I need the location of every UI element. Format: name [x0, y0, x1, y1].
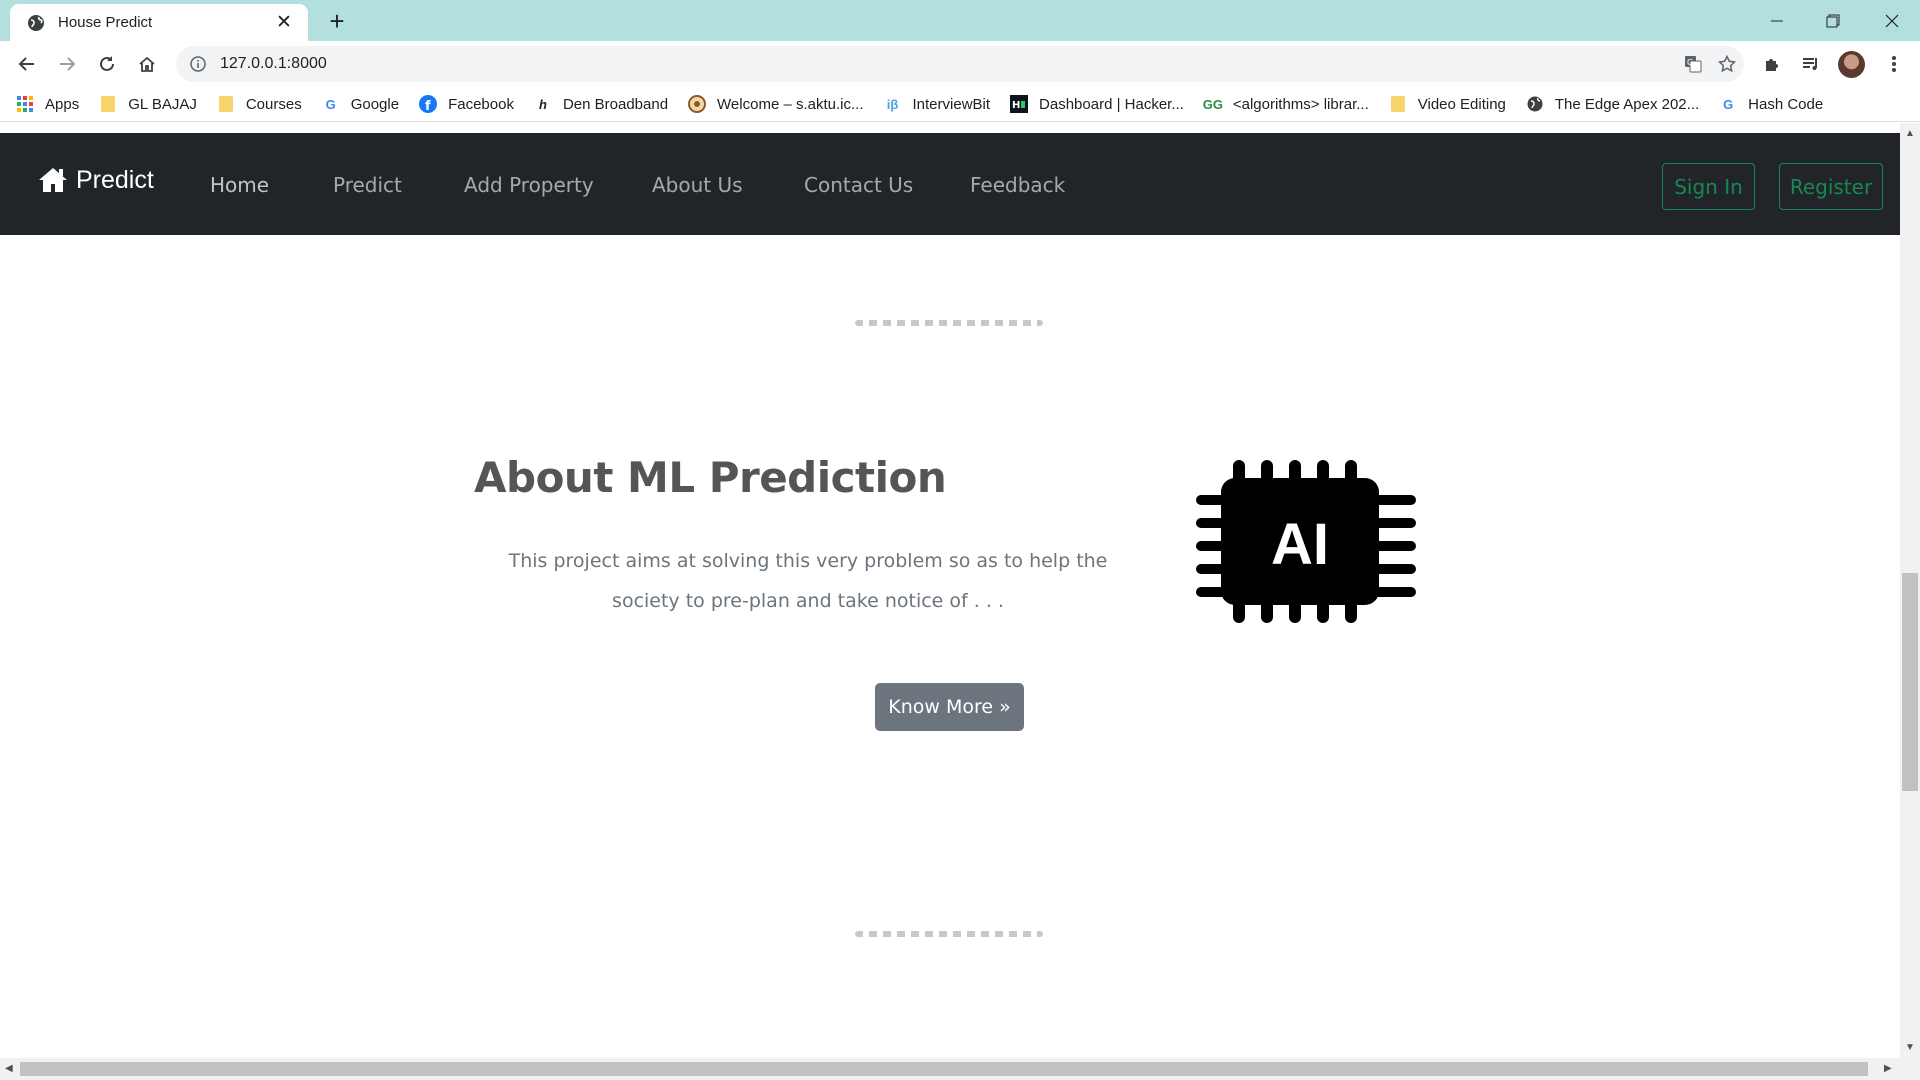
- bookmark-label: Google: [350, 95, 400, 113]
- section-description: This project aims at solving this very p…: [508, 550, 1108, 612]
- bookmark-interviewbit[interactable]: iβ InterviewBit: [884, 90, 991, 118]
- close-window-icon[interactable]: [1864, 0, 1920, 41]
- bookmark-label: <algorithms> librar...: [1232, 95, 1369, 113]
- folder-icon: [1389, 95, 1407, 113]
- globe-icon: [26, 13, 46, 33]
- bookmark-label: Facebook: [448, 95, 514, 113]
- bookmark-hackerrank[interactable]: H Dashboard | Hacker...: [1010, 90, 1184, 118]
- google-icon: G: [1723, 96, 1734, 112]
- section-divider-bottom: [855, 931, 1043, 937]
- svg-text:G: G: [1687, 58, 1693, 67]
- forward-arrow-icon[interactable]: [51, 48, 83, 80]
- globe-icon: [1526, 95, 1544, 113]
- nav-link-home[interactable]: Home: [210, 173, 269, 197]
- more-menu-icon[interactable]: [1878, 48, 1910, 80]
- nav-link-contact-us[interactable]: Contact Us: [804, 173, 913, 197]
- reload-icon[interactable]: [91, 48, 123, 80]
- bookmark-label: Den Broadband: [562, 95, 669, 113]
- back-arrow-icon[interactable]: [11, 48, 43, 80]
- vertical-scroll-thumb[interactable]: [1902, 573, 1918, 791]
- bookmark-label: Apps: [45, 95, 80, 113]
- translate-icon[interactable]: G: [1676, 49, 1710, 79]
- restore-window-icon[interactable]: [1805, 0, 1861, 41]
- geeksforgeeks-icon: GG: [1202, 96, 1223, 112]
- bookmark-aktu[interactable]: Welcome – s.aktu.ic...: [688, 90, 864, 118]
- facebook-icon: f: [419, 95, 438, 113]
- close-tab-icon[interactable]: ✕: [272, 11, 296, 35]
- apps-grid-icon: [16, 95, 34, 113]
- bookmark-facebook[interactable]: f Facebook: [419, 90, 514, 118]
- home-icon[interactable]: [131, 48, 163, 80]
- aktu-icon: [688, 95, 707, 113]
- bookmark-google[interactable]: G Google: [322, 90, 399, 118]
- sign-in-button[interactable]: Sign In: [1662, 163, 1755, 210]
- ai-chip-icon: AI: [1196, 460, 1416, 623]
- register-button[interactable]: Register: [1779, 163, 1883, 210]
- browser-toolbar: 127.0.0.1:8000 G: [0, 41, 1920, 87]
- bookmark-video-editing[interactable]: Video Editing: [1389, 90, 1506, 118]
- profile-avatar[interactable]: [1838, 51, 1865, 78]
- browser-tab-active[interactable]: House Predict ✕: [10, 4, 308, 41]
- scroll-right-arrow-icon[interactable]: ▶: [1884, 1063, 1892, 1074]
- browser-tabstrip: House Predict ✕ +: [0, 0, 1920, 41]
- bookmark-label: Welcome – s.aktu.ic...: [717, 95, 864, 113]
- google-icon: G: [325, 96, 336, 112]
- bookmark-label: Hash Code: [1748, 95, 1824, 113]
- bookmark-label: Video Editing: [1417, 95, 1506, 113]
- bookmark-edge-apex[interactable]: The Edge Apex 202...: [1526, 90, 1699, 118]
- house-icon: [38, 165, 68, 195]
- horizontal-scroll-thumb[interactable]: [20, 1062, 1868, 1076]
- bookmarks-bar: Apps GL BAJAJ Courses G Google f Faceboo…: [0, 87, 1920, 122]
- address-bar[interactable]: 127.0.0.1:8000 G: [176, 46, 1744, 82]
- page-viewport: Predict Home Predict Add Property About …: [0, 123, 1900, 1058]
- section-divider-top: [855, 320, 1043, 326]
- ai-chip-label: AI: [1271, 512, 1329, 577]
- nav-link-add-property[interactable]: Add Property: [464, 173, 594, 197]
- bookmark-courses[interactable]: Courses: [217, 90, 302, 118]
- bookmark-hash-code[interactable]: G Hash Code: [1719, 90, 1823, 118]
- know-more-button[interactable]: Know More »: [875, 683, 1024, 731]
- bookmark-label: The Edge Apex 202...: [1554, 95, 1700, 113]
- bookmark-geeksforgeeks[interactable]: GG <algorithms> librar...: [1202, 90, 1369, 118]
- svg-text:H: H: [1012, 100, 1020, 111]
- den-icon: h: [538, 96, 547, 112]
- bookmark-apps[interactable]: Apps: [16, 90, 79, 118]
- media-queue-icon[interactable]: [1795, 48, 1827, 80]
- scroll-left-arrow-icon[interactable]: ◀: [5, 1063, 13, 1074]
- brand-text: Predict: [76, 165, 154, 194]
- hackerrank-icon: H: [1010, 95, 1029, 113]
- navbar-brand[interactable]: Predict: [38, 165, 154, 195]
- bookmark-label: Dashboard | Hacker...: [1039, 95, 1184, 113]
- bookmark-label: InterviewBit: [912, 95, 991, 113]
- new-tab-button[interactable]: +: [323, 6, 351, 36]
- nav-link-about-us[interactable]: About Us: [652, 173, 743, 197]
- svg-text:f: f: [425, 99, 431, 113]
- minimize-window-icon[interactable]: [1749, 0, 1805, 41]
- nav-link-feedback[interactable]: Feedback: [970, 173, 1065, 197]
- site-navbar: Predict Home Predict Add Property About …: [0, 133, 1900, 235]
- bookmark-label: Courses: [245, 95, 302, 113]
- site-info-icon[interactable]: [188, 54, 208, 74]
- folder-icon: [99, 95, 117, 113]
- scroll-down-arrow-icon[interactable]: ▼: [1905, 1042, 1915, 1053]
- section-title: About ML Prediction: [474, 453, 947, 502]
- bookmark-star-icon[interactable]: [1710, 49, 1744, 79]
- bookmark-den-broadband[interactable]: h Den Broadband: [534, 90, 668, 118]
- scroll-up-arrow-icon[interactable]: ▲: [1905, 128, 1915, 139]
- folder-icon: [217, 95, 235, 113]
- bookmark-label: GL BAJAJ: [128, 95, 197, 113]
- url-text: 127.0.0.1:8000: [220, 55, 327, 72]
- interviewbit-icon: iβ: [886, 96, 899, 112]
- bookmark-gl-bajaj[interactable]: GL BAJAJ: [99, 90, 197, 118]
- tab-title: House Predict: [58, 14, 153, 31]
- extensions-puzzle-icon[interactable]: [1756, 48, 1788, 80]
- nav-link-predict[interactable]: Predict: [333, 173, 402, 197]
